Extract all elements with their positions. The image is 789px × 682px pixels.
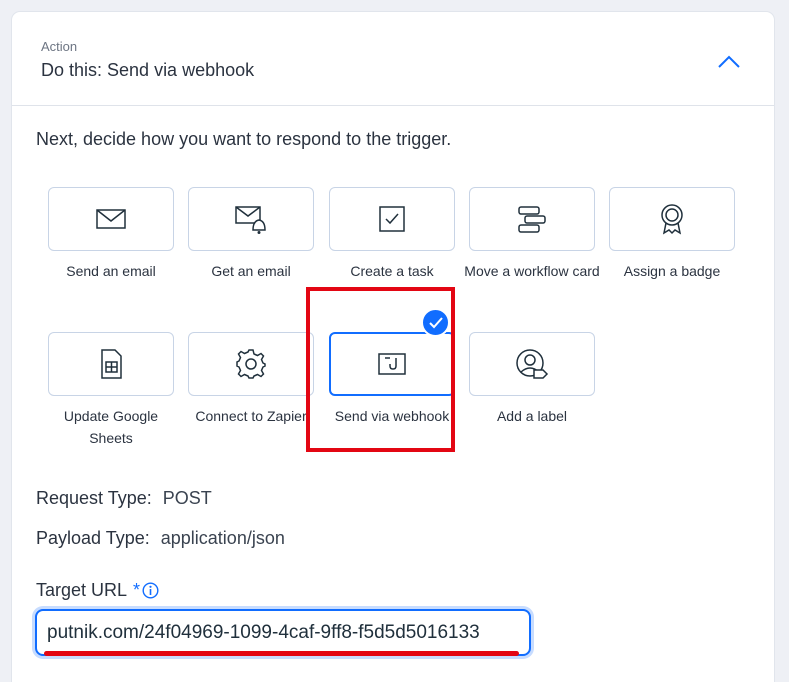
- gear-icon: [236, 349, 266, 379]
- payload-type-value: application/json: [160, 528, 285, 548]
- action-tile-add-label[interactable]: [469, 332, 595, 396]
- selected-badge: [421, 308, 450, 337]
- badge-icon: [661, 204, 683, 235]
- spreadsheet-icon: [101, 349, 122, 379]
- action-tile-connect-zapier[interactable]: [188, 332, 314, 396]
- info-icon[interactable]: [142, 582, 159, 599]
- envelope-icon: [96, 209, 126, 229]
- checkbox-icon: [379, 206, 405, 232]
- action-tile-get-email[interactable]: [188, 187, 314, 251]
- envelope-bell-icon: [235, 206, 266, 234]
- target-url-label: Target URL: [36, 580, 128, 600]
- action-header[interactable]: Action Do this: Send via webhook: [12, 12, 774, 106]
- target-url-input[interactable]: putnik.com/24f04969-1099-4caf-9ff8-f5d5d…: [35, 609, 531, 656]
- payload-type-label: Payload Type:: [36, 528, 150, 548]
- annotation-underline: [44, 651, 519, 656]
- action-label: Connect to Zapier: [195, 408, 307, 424]
- target-url-value: putnik.com/24f04969-1099-4caf-9ff8-f5d5d…: [47, 621, 480, 643]
- checkmark-icon: [428, 316, 443, 328]
- payload-type-row: Payload Type: application/json: [36, 528, 285, 549]
- collapse-button[interactable]: [714, 49, 744, 73]
- action-prompt: Next, decide how you want to respond to …: [36, 129, 452, 149]
- action-tile-create-task[interactable]: [329, 187, 455, 251]
- action-label: Assign a badge: [623, 263, 721, 279]
- chevron-up-icon: [718, 55, 740, 68]
- action-label: Update Google Sheets: [63, 408, 159, 446]
- action-label: Create a task: [350, 263, 434, 279]
- request-type-label: Request Type:: [36, 488, 152, 508]
- action-tile-update-sheets[interactable]: [48, 332, 174, 396]
- request-type-value: POST: [162, 488, 212, 508]
- action-label: Add a label: [496, 408, 568, 424]
- target-url-label-row: Target URL *: [36, 580, 159, 601]
- header-kicker: Action: [41, 39, 78, 54]
- user-label-icon: [516, 349, 549, 379]
- action-tile-send-email[interactable]: [48, 187, 174, 251]
- request-type-row: Request Type: POST: [36, 488, 212, 509]
- workflow-card-icon: [518, 206, 546, 233]
- action-label: Get an email: [211, 263, 291, 279]
- action-tile-assign-badge[interactable]: [609, 187, 735, 251]
- action-label: Move a workflow card: [464, 263, 600, 279]
- required-marker: *: [133, 580, 141, 600]
- action-tile-move-workflow-card[interactable]: [469, 187, 595, 251]
- action-label: Send an email: [66, 263, 156, 279]
- header-title: Do this: Send via webhook: [41, 60, 255, 80]
